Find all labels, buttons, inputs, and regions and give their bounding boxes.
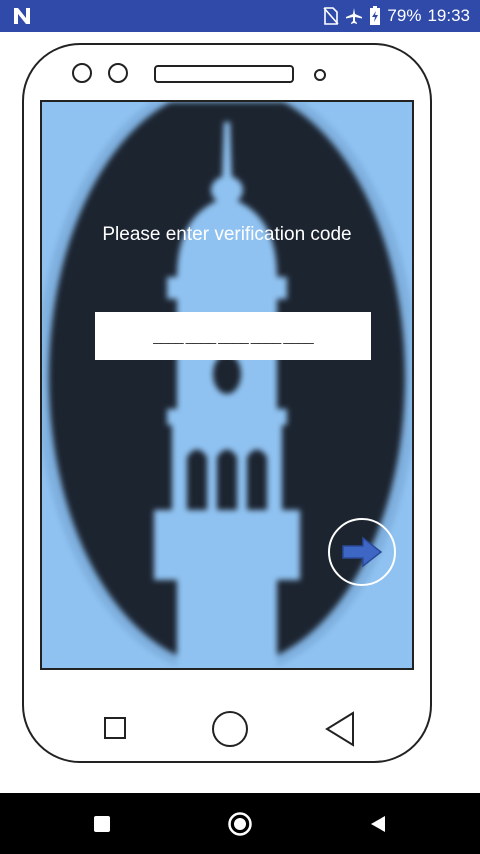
triangle-back-icon: [325, 711, 354, 747]
arrow-right-icon: [342, 536, 383, 568]
battery-percent: 79%: [387, 6, 422, 25]
back-icon: [371, 815, 385, 832]
phone-frame: Please enter verification code: [22, 43, 432, 763]
sensor-dot: [314, 69, 326, 81]
status-bar: 79% 19:33: [0, 0, 480, 32]
battery-icon: [370, 6, 381, 25]
home-button[interactable]: [210, 793, 270, 854]
square-icon: [104, 717, 126, 739]
status-time: 19:33: [427, 6, 470, 25]
next-button[interactable]: [328, 518, 396, 586]
back-button[interactable]: [348, 793, 408, 854]
verification-code-input[interactable]: [95, 312, 371, 360]
verification-title: Please enter verification code: [102, 224, 352, 245]
recents-button[interactable]: [72, 793, 132, 854]
airplane-icon: [346, 8, 363, 24]
speaker-slot: [154, 65, 294, 83]
no-sim-icon: [323, 7, 340, 25]
home-icon: [228, 811, 252, 836]
camera-circle-right: [108, 63, 128, 83]
recents-icon: [94, 815, 110, 832]
android-navigation-bar: [0, 793, 480, 854]
n-notification-icon: [14, 8, 30, 24]
status-icons: 79% 19:33: [323, 0, 470, 32]
circle-icon: [212, 711, 248, 747]
camera-circle-left: [72, 63, 92, 83]
app-screen: Please enter verification code: [40, 100, 414, 670]
